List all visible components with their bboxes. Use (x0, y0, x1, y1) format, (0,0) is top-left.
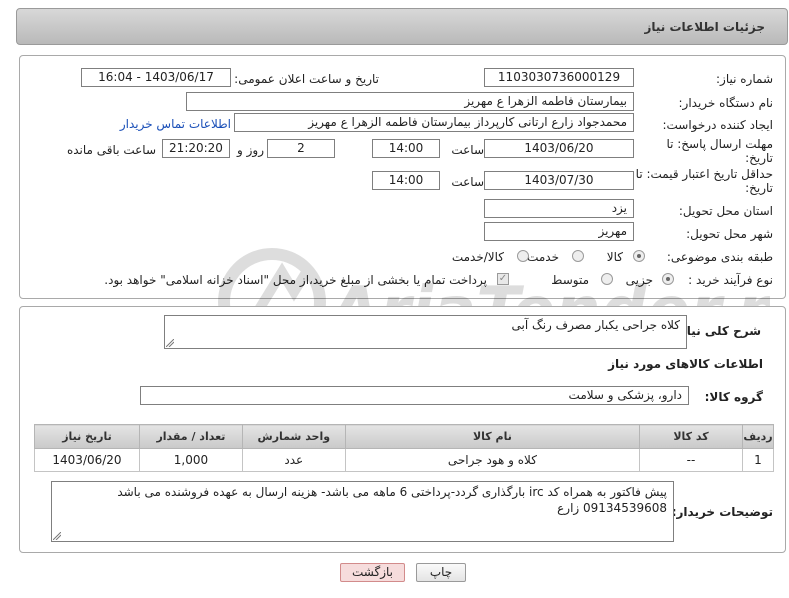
cell-need-date: 1403/06/20 (34, 448, 140, 472)
city-label: شهر محل تحویل: (686, 227, 773, 241)
announce-label: تاریخ و ساعت اعلان عمومی: (234, 72, 379, 86)
buyer-org-field: بیمارستان فاطمه الزهرا ع مهریز (186, 92, 634, 111)
goods-group-field: دارو، پزشکی و سلامت (140, 386, 689, 405)
need-number-label: شماره نیاز: (716, 72, 773, 86)
validity-time-field: 14:00 (372, 171, 440, 190)
summary-label: شرح کلی نیاز: (675, 324, 761, 338)
days-field: 2 (267, 139, 335, 158)
province-field: یزد (484, 199, 634, 218)
category-label: طبقه بندی موضوعی: (666, 250, 773, 264)
category-radio-goods-service[interactable] (517, 250, 529, 262)
goods-table-header: ردیف کد کالا نام کالا واحد شمارش تعداد /… (34, 424, 775, 449)
remaining-label: ساعت باقی مانده (66, 143, 156, 157)
validity-label-2: تاریخ: (745, 181, 773, 195)
process-radio-minor[interactable] (662, 273, 674, 285)
buyer-notes-label: توضیحات خریدار: (671, 505, 773, 519)
category-radio-goods[interactable] (633, 250, 645, 262)
notes-resize-handle-icon[interactable] (53, 532, 61, 540)
deadline-time-label: ساعت (451, 143, 484, 157)
deadline-label-1: مهلت ارسال پاسخ: تا (666, 137, 773, 151)
category-option-goods-service: کالا/خدمت (451, 250, 504, 264)
col-goods-name: نام کالا (344, 424, 641, 449)
deadline-time-field: 14:00 (372, 139, 440, 158)
cell-goods-name: کلاه و هود جراحی (344, 448, 641, 472)
payment-note: پرداخت تمام یا بخشی از مبلغ خرید،از محل … (104, 273, 487, 287)
page-header: جزئیات اطلاعات نیاز (16, 8, 788, 45)
cell-quantity: 1,000 (138, 448, 243, 472)
buyer-org-label: نام دستگاه خریدار: (678, 96, 774, 110)
back-button[interactable]: بازگشت (340, 563, 405, 582)
col-unit: واحد شمارش (241, 424, 346, 449)
validity-time-label: ساعت (451, 175, 484, 189)
print-button[interactable]: چاپ (416, 563, 466, 582)
process-label: نوع فرآیند خرید : (688, 273, 773, 287)
goods-group-label: گروه کالا: (704, 390, 763, 404)
category-option-service: خدمت (527, 250, 559, 264)
requester-label: ایجاد کننده درخواست: (662, 118, 773, 132)
col-need-date: تاریخ نیاز (34, 424, 140, 449)
province-label: استان محل تحویل: (678, 204, 773, 218)
contact-buyer-link[interactable]: اطلاعات تماس خریدار (120, 117, 231, 131)
announce-field: 1403/06/17 - 16:04 (81, 68, 231, 87)
page-title: جزئیات اطلاعات نیاز (644, 20, 765, 34)
days-label: روز و (237, 143, 264, 157)
need-number-field: 1103030736000129 (484, 68, 634, 87)
buyer-notes-line-1: پیش فاکتور به همراه کد irc بارگذاری گردد… (117, 485, 667, 499)
requester-field: محمدجواد زارع ارتانی کارپرداز بیمارستان … (234, 113, 634, 132)
table-row: 1 -- کلاه و هود جراحی عدد 1,000 1403/06/… (34, 448, 775, 472)
validity-date-field: 1403/07/30 (484, 171, 634, 190)
deadline-date-field: 1403/06/20 (484, 139, 634, 158)
goods-info-title: اطلاعات کالاهای مورد نیاز (608, 357, 763, 371)
remaining-time-field: 21:20:20 (162, 139, 230, 158)
col-quantity: تعداد / مقدار (138, 424, 243, 449)
col-row-number: ردیف (741, 424, 775, 449)
buyer-notes-field: پیش فاکتور به همراه کد irc بارگذاری گردد… (51, 481, 674, 542)
cell-unit: عدد (241, 448, 346, 472)
summary-field: کلاه جراحی یکبار مصرف رنگ آبی (164, 315, 687, 349)
process-radio-medium[interactable] (601, 273, 613, 285)
category-option-goods: کالا (606, 250, 623, 264)
validity-label-1: حداقل تاریخ اعتبار قیمت: تا (635, 167, 773, 181)
buyer-notes-line-2: 09134539608 زارع (557, 501, 667, 515)
cell-goods-code: -- (639, 448, 743, 472)
goods-table: ردیف کد کالا نام کالا واحد شمارش تعداد /… (34, 424, 775, 472)
col-goods-code: کد کالا (639, 424, 743, 449)
category-radio-service[interactable] (572, 250, 584, 262)
process-option-minor: جزیی (625, 273, 653, 287)
resize-handle-icon[interactable] (166, 339, 174, 347)
process-option-medium: متوسط (551, 273, 589, 287)
deadline-label-2: تاریخ: (745, 151, 773, 165)
city-field: مهریز (484, 222, 634, 241)
payment-checkbox[interactable]: ✓ (497, 273, 509, 285)
cell-row-number: 1 (741, 448, 775, 472)
